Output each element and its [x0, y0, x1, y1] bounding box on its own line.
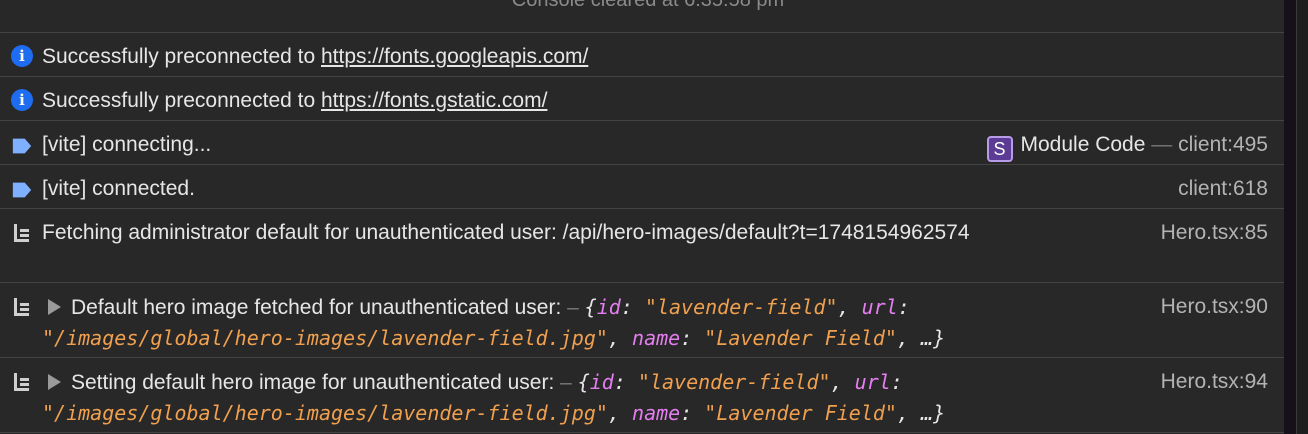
- disclosure-triangle-icon[interactable]: [48, 374, 61, 390]
- console-message[interactable]: Default hero image fetched for unauthent…: [0, 283, 1296, 358]
- console-message[interactable]: [vite] connecting... S Module Code — clie…: [0, 121, 1296, 165]
- console-message[interactable]: i Successfully preconnected to https://f…: [0, 77, 1296, 121]
- preconnect-link[interactable]: https://fonts.googleapis.com/: [321, 45, 588, 68]
- console-cleared-banner: Console cleared at 6:35:58 pm: [0, 0, 1296, 33]
- stack-trace-icon: [14, 298, 29, 316]
- console-panel: Console cleared at 6:35:58 pm i Successf…: [0, 0, 1297, 434]
- message-label: Setting default hero image for unauthent…: [71, 371, 555, 394]
- source-link[interactable]: Hero.tsx:94: [1161, 367, 1268, 397]
- message-text: Setting default hero image for unauthent…: [42, 367, 1046, 429]
- module-badge-icon: S: [986, 136, 1013, 162]
- source-link[interactable]: Hero.tsx:90: [1161, 292, 1268, 322]
- message-text: [vite] connected.: [42, 177, 195, 200]
- message-source: S Module Code — client:495: [986, 130, 1268, 162]
- source-link[interactable]: client:495: [1178, 133, 1268, 156]
- message-label: Default hero image fetched for unauthent…: [71, 296, 562, 319]
- message-prefix: Successfully preconnected to: [42, 89, 321, 112]
- message-text: Successfully preconnected to https://fon…: [42, 42, 996, 72]
- console-cleared-text: Console cleared at 6:35:58 pm: [511, 0, 785, 11]
- message-dash: –: [554, 371, 578, 394]
- module-label[interactable]: Module Code: [1021, 133, 1146, 156]
- message-dash: –: [561, 296, 585, 319]
- disclosure-triangle-icon[interactable]: [48, 299, 61, 315]
- stack-trace-icon: [14, 224, 29, 242]
- source-separator: —: [1145, 133, 1179, 156]
- message-prefix: Successfully preconnected to: [42, 45, 321, 68]
- source-link[interactable]: Hero.tsx:85: [1161, 218, 1268, 248]
- console-message[interactable]: i Successfully preconnected to https://f…: [0, 33, 1296, 77]
- info-icon: i: [11, 45, 33, 67]
- tag-icon: [12, 138, 32, 154]
- info-icon: i: [11, 89, 33, 111]
- message-text: Fetching administrator default for unaut…: [42, 221, 970, 244]
- console-message[interactable]: [vite] connected. client:618: [0, 165, 1296, 209]
- window-edge: [1284, 0, 1296, 434]
- message-text: [vite] connecting...: [42, 133, 212, 156]
- preconnect-link[interactable]: https://fonts.gstatic.com/: [321, 89, 547, 112]
- source-link[interactable]: client:618: [1178, 174, 1268, 204]
- message-text: Successfully preconnected to https://fon…: [42, 86, 996, 116]
- stack-trace-icon: [14, 373, 29, 391]
- console-message[interactable]: Fetching administrator default for unaut…: [0, 209, 1296, 283]
- console-message[interactable]: Setting default hero image for unauthent…: [0, 358, 1296, 433]
- tag-icon: [12, 182, 32, 198]
- message-text: Default hero image fetched for unauthent…: [42, 292, 1046, 354]
